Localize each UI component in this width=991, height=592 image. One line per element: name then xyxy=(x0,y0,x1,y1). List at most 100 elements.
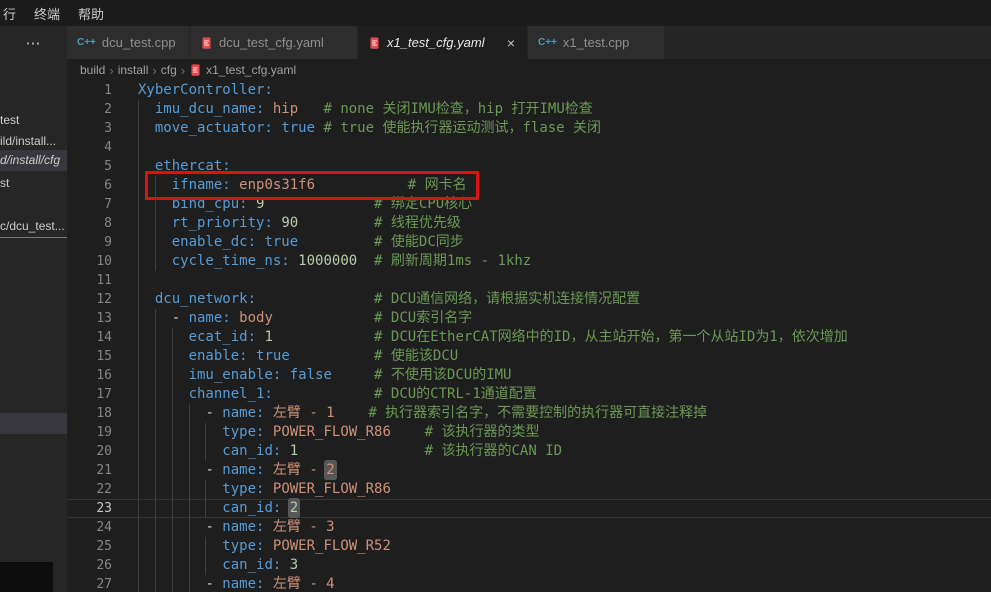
code-line-content: - name: body # DCU索引名字 xyxy=(128,309,991,328)
indent-guide xyxy=(155,575,156,592)
sidebar-item-row-1[interactable]: test xyxy=(0,110,67,131)
token: 2 xyxy=(326,462,334,478)
code-line-1[interactable]: 1XyberController: xyxy=(67,81,991,100)
token: cycle_time_ns: xyxy=(172,253,290,269)
token: enable: xyxy=(189,348,248,364)
token xyxy=(332,367,374,383)
tab-dcu-test-cfg-yaml[interactable]: dcu_test_cfg.yaml xyxy=(190,26,358,59)
code-editor[interactable]: 1XyberController:2 imu_dcu_name: hip # n… xyxy=(67,81,991,592)
code-line-content: type: POWER_FLOW_R86 # 该执行器的类型 xyxy=(128,423,991,442)
token: 1000000 xyxy=(298,253,357,269)
code-line-content: rt_priority: 90 # 线程优先级 xyxy=(128,214,991,233)
token xyxy=(290,348,374,364)
sidebar-panel: ⋯ testild/install...d/install/cfgst c/dcu… xyxy=(0,26,67,592)
token xyxy=(138,101,155,117)
line-number: 21 xyxy=(67,461,128,480)
indent-guide xyxy=(138,404,139,423)
code-line-content: imu_enable: false # 不使用该DCU的IMU xyxy=(128,366,991,385)
code-line-14[interactable]: 14 ecat_id: 1 # DCU在EtherCAT网络中的ID，从主站开始… xyxy=(67,328,991,347)
indent-guide xyxy=(205,423,206,442)
code-line-12[interactable]: 12 dcu_network: # DCU通信网络，请根据实机连接情况配置 xyxy=(67,290,991,309)
token xyxy=(281,367,289,383)
code-line-11[interactable]: 11 xyxy=(67,271,991,290)
code-line-20[interactable]: 20 can_id: 1 # 该执行器的CAN ID xyxy=(67,442,991,461)
token: # 使能该DCU xyxy=(374,348,458,364)
code-line-19[interactable]: 19 type: POWER_FLOW_R86 # 该执行器的类型 xyxy=(67,423,991,442)
code-line-15[interactable]: 15 enable: true # 使能该DCU xyxy=(67,347,991,366)
code-line-18[interactable]: 18 - name: 左臂 - 1 # 执行器索引名字，不需要控制的执行器可直接… xyxy=(67,404,991,423)
code-line-25[interactable]: 25 type: POWER_FLOW_R52 xyxy=(67,537,991,556)
code-line-3[interactable]: 3 move_actuator: true # true 使能执行器运动测试，f… xyxy=(67,119,991,138)
code-line-23[interactable]: 23 can_id: 2 xyxy=(67,499,991,518)
token: # 刷新周期1ms - 1khz xyxy=(374,253,531,269)
code-line-13[interactable]: 13 - name: body # DCU索引名字 xyxy=(67,309,991,328)
menu-item-help[interactable]: 帮助 xyxy=(69,2,113,25)
token: - xyxy=(205,405,222,421)
token: # 绑定CPU核心 xyxy=(374,196,472,212)
code-line-8[interactable]: 8 rt_priority: 90 # 线程优先级 xyxy=(67,214,991,233)
tab-x1-test-cfg-yaml[interactable]: x1_test_cfg.yaml× xyxy=(358,26,528,59)
breadcrumb-item-build[interactable]: build xyxy=(80,63,105,77)
token: type: xyxy=(222,424,264,440)
cpp-file-icon: C++ xyxy=(538,37,557,48)
code-line-6[interactable]: 6 ifname: enp0s31f6 # 网卡名 xyxy=(67,176,991,195)
breadcrumb-file-label: x1_test_cfg.yaml xyxy=(206,63,296,77)
line-number: 17 xyxy=(67,385,128,404)
breadcrumb-item-cfg[interactable]: cfg xyxy=(161,63,177,77)
code-line-10[interactable]: 10 cycle_time_ns: 1000000 # 刷新周期1ms - 1k… xyxy=(67,252,991,271)
line-number: 27 xyxy=(67,575,128,592)
code-line-9[interactable]: 9 enable_dc: true # 使能DC同步 xyxy=(67,233,991,252)
line-number: 2 xyxy=(67,100,128,119)
chevron-right-icon: › xyxy=(109,63,113,78)
code-line-4[interactable]: 4 xyxy=(67,138,991,157)
menu-item-terminal[interactable]: 终端 xyxy=(25,2,69,25)
code-line-26[interactable]: 26 can_id: 3 xyxy=(67,556,991,575)
code-line-16[interactable]: 16 imu_enable: false # 不使用该DCU的IMU xyxy=(67,366,991,385)
code-line-24[interactable]: 24 - name: 左臂 - 3 xyxy=(67,518,991,537)
breadcrumb-file[interactable]: x1_test_cfg.yaml xyxy=(189,63,296,77)
token: body xyxy=(239,310,273,326)
line-number: 23 xyxy=(67,499,128,518)
code-line-2[interactable]: 2 imu_dcu_name: hip # none 关闭IMU检查，hip 打… xyxy=(67,100,991,119)
tab-dcu-test-cpp[interactable]: C++dcu_test.cpp xyxy=(67,26,190,59)
breadcrumb-item-install[interactable]: install xyxy=(118,63,149,77)
code-line-content: channel_1: # DCU的CTRL-1通道配置 xyxy=(128,385,991,404)
token: ecat_id: xyxy=(189,329,256,345)
token xyxy=(264,576,272,592)
sidebar-item-row-4[interactable]: st xyxy=(0,173,67,194)
indent-guide xyxy=(138,195,139,214)
indent-guide xyxy=(189,423,190,442)
indent-guide xyxy=(172,537,173,556)
token xyxy=(298,443,424,459)
code-line-content: XyberController: xyxy=(128,81,991,100)
yaml-file-icon xyxy=(189,63,202,77)
sidebar-item-row-2[interactable]: ild/install... xyxy=(0,131,67,152)
close-icon[interactable]: × xyxy=(505,35,517,51)
indent-guide xyxy=(138,537,139,556)
token xyxy=(138,367,189,383)
code-line-22[interactable]: 22 type: POWER_FLOW_R86 xyxy=(67,480,991,499)
indent-guide xyxy=(138,119,139,138)
line-number: 3 xyxy=(67,119,128,138)
more-actions-button[interactable]: ⋯ xyxy=(0,26,67,59)
code-line-7[interactable]: 7 bind_cpu: 9 # 绑定CPU核心 xyxy=(67,195,991,214)
token: 1 xyxy=(290,443,298,459)
code-line-21[interactable]: 21 - name: 左臂 - 2 xyxy=(67,461,991,480)
sidebar-item-row-5[interactable]: c/dcu_test... xyxy=(0,216,67,238)
token: # none 关闭IMU检查，hip 打开IMU检查 xyxy=(323,101,592,117)
code-line-content: - name: 左臂 - 2 xyxy=(128,461,991,480)
menu-item-run[interactable]: 行 xyxy=(0,2,25,25)
tab-x1-test-cpp[interactable]: C++x1_test.cpp xyxy=(528,26,665,59)
code-line-17[interactable]: 17 channel_1: # DCU的CTRL-1通道配置 xyxy=(67,385,991,404)
code-line-27[interactable]: 27 - name: 左臂 - 4 xyxy=(67,575,991,592)
token: 3 xyxy=(290,557,298,573)
sidebar-item-row-6[interactable] xyxy=(0,413,67,434)
token xyxy=(138,424,222,440)
sidebar-item-row-3[interactable]: d/install/cfg xyxy=(0,150,67,171)
indent-guide xyxy=(138,347,139,366)
code-line-5[interactable]: 5 ethercat: xyxy=(67,157,991,176)
token xyxy=(138,329,189,345)
indent-guide xyxy=(155,404,156,423)
indent-guide xyxy=(155,518,156,537)
line-number: 10 xyxy=(67,252,128,271)
